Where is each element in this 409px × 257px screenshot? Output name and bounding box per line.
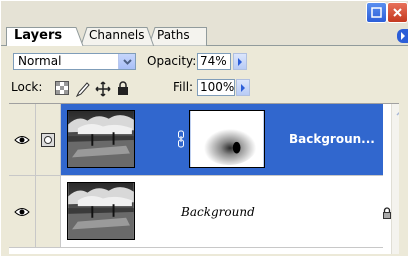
layer-mask-icon	[41, 132, 55, 147]
close-button[interactable]	[387, 2, 408, 23]
mask-thumbnail[interactable]	[189, 110, 265, 168]
tab-channels-label: Channels	[89, 28, 145, 42]
layers-list: Backgroun... Background	[9, 103, 399, 254]
scroll-up-button[interactable]	[392, 104, 399, 121]
tab-paths[interactable]: Paths	[149, 27, 207, 46]
layer-row[interactable]: Background	[9, 176, 383, 248]
layer-thumbnail[interactable]	[67, 110, 135, 168]
blend-opacity-row: Normal Opacity: 74%	[1, 46, 408, 72]
palette-titlebar	[1, 1, 408, 25]
layer-lock-icon	[383, 207, 391, 219]
fill-input[interactable]: 100%	[197, 79, 235, 96]
fill-slider-button[interactable]	[236, 79, 250, 96]
lock-move-icon[interactable]	[95, 81, 111, 97]
tab-layers-label: Layers	[14, 28, 63, 43]
palette-menu-button[interactable]	[397, 29, 408, 43]
lock-transparency-icon[interactable]	[55, 81, 69, 95]
minimize-button[interactable]	[366, 2, 387, 23]
tab-layers[interactable]: Layers	[6, 27, 84, 46]
layer-name[interactable]: Backgroun...	[289, 132, 375, 146]
lock-label: Lock:	[11, 80, 43, 94]
vertical-scrollbar[interactable]	[391, 104, 399, 254]
lock-brush-icon[interactable]	[75, 81, 91, 97]
layers-palette: Paths Channels Layers Normal Opacity: 74…	[0, 0, 409, 257]
close-icon	[393, 8, 402, 17]
chain-link-icon[interactable]	[177, 130, 185, 148]
layer-row[interactable]: Backgroun...	[9, 104, 383, 176]
tab-strip: Paths Channels Layers	[1, 25, 408, 46]
visibility-toggle[interactable]	[9, 176, 36, 247]
opacity-label: Opacity:	[147, 54, 197, 68]
link-toggle[interactable]	[36, 176, 61, 247]
layer-thumbnail[interactable]	[67, 182, 135, 240]
tab-paths-label: Paths	[157, 28, 190, 42]
layer-name[interactable]: Background	[181, 205, 255, 219]
triangle-right-icon	[400, 32, 405, 40]
dropdown-arrow[interactable]	[118, 54, 135, 69]
blend-mode-value: Normal	[18, 54, 62, 68]
eye-icon	[14, 135, 30, 144]
opacity-slider-button[interactable]	[233, 53, 247, 70]
tab-channels[interactable]: Channels	[81, 27, 154, 46]
lock-all-icon[interactable]	[117, 81, 129, 95]
visibility-toggle[interactable]	[9, 104, 36, 175]
fill-value: 100%	[200, 80, 235, 94]
mask-edit-toggle[interactable]	[36, 104, 61, 175]
triangle-right-icon	[241, 83, 245, 92]
blend-mode-select[interactable]: Normal	[13, 53, 136, 70]
fill-label: Fill:	[173, 80, 194, 94]
chevron-up-icon	[395, 110, 399, 116]
opacity-value: 74%	[200, 54, 227, 68]
lock-fill-row: Lock: Fill: 100%	[1, 75, 408, 101]
opacity-input[interactable]: 74%	[197, 53, 231, 70]
eye-icon	[14, 207, 30, 216]
triangle-right-icon	[238, 57, 242, 66]
chevron-down-icon	[122, 58, 132, 65]
minimize-icon	[371, 7, 382, 18]
